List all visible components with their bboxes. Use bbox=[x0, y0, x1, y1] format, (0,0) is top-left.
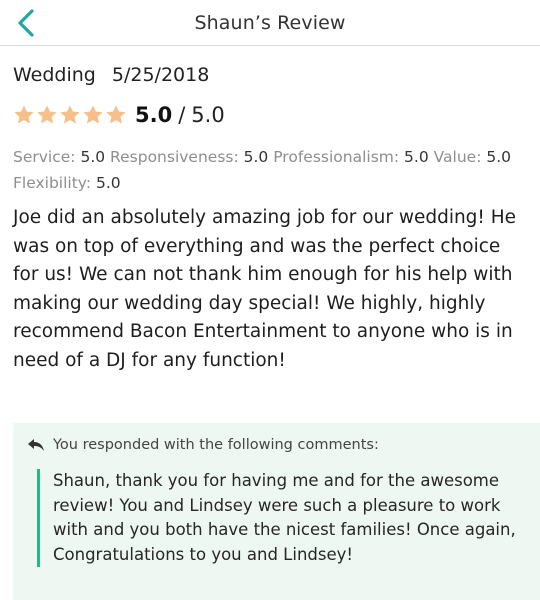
star-icon bbox=[83, 105, 103, 124]
event-type: Wedding bbox=[13, 64, 96, 86]
review-text: Joe did an absolutely amazing job for ou… bbox=[13, 207, 517, 371]
overall-rating: 5.0 / 5.0 bbox=[13, 100, 527, 130]
score-max: 5.0 bbox=[191, 103, 225, 127]
sub-rating-value: 5.0 bbox=[80, 148, 106, 166]
review-content: Wedding 5/25/2018 5.0 / 5.0 Service: 5.0… bbox=[0, 64, 540, 375]
event-info: Wedding 5/25/2018 bbox=[13, 64, 527, 86]
back-button[interactable] bbox=[8, 5, 44, 41]
sub-rating-value: 5.0 bbox=[96, 174, 121, 192]
app-header: Shaun’s Review bbox=[0, 0, 540, 46]
sub-rating-label: Professionalism: bbox=[273, 148, 400, 166]
sub-rating-value: 5.0 bbox=[486, 148, 512, 166]
page-title: Shaun’s Review bbox=[194, 11, 346, 34]
sub-rating-value: 5.0 bbox=[243, 148, 269, 166]
response-header: You responded with the following comment… bbox=[27, 437, 526, 453]
sub-rating-label: Value: bbox=[433, 148, 482, 166]
sub-ratings: Service: 5.0 Responsiveness: 5.0 Profess… bbox=[13, 144, 527, 196]
chevron-left-icon bbox=[18, 9, 34, 37]
response-text: Shaun, thank you for having me and for t… bbox=[37, 469, 526, 567]
sub-rating-label: Service: bbox=[13, 148, 76, 166]
reply-arrow-icon bbox=[27, 438, 45, 452]
vendor-response: You responded with the following comment… bbox=[13, 423, 540, 600]
sub-rating-label: Responsiveness: bbox=[110, 148, 239, 166]
star-icon bbox=[106, 105, 126, 124]
score-separator: / bbox=[178, 103, 186, 127]
sub-rating-value: 5.0 bbox=[404, 148, 429, 166]
overall-score: 5.0 bbox=[135, 103, 173, 127]
star-icon bbox=[60, 105, 80, 124]
star-rating bbox=[13, 104, 127, 126]
sub-rating-label: Flexibility: bbox=[13, 174, 92, 192]
event-date: 5/25/2018 bbox=[111, 64, 210, 86]
star-icon bbox=[37, 105, 57, 124]
star-icon bbox=[14, 105, 34, 124]
response-heading: You responded with the following comment… bbox=[53, 437, 379, 453]
